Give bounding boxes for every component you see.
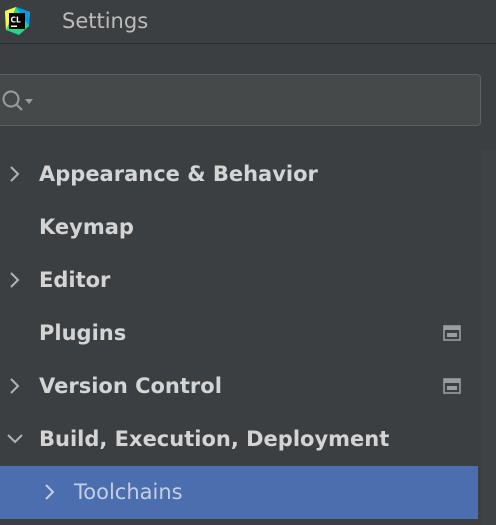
- tree-item-label: Version Control: [39, 374, 222, 398]
- chevron-right-icon[interactable]: [5, 270, 25, 290]
- tree-item-label: Toolchains: [74, 480, 183, 504]
- tree-item-version-control[interactable]: Version Control: [0, 360, 478, 413]
- tree-item-toolchains[interactable]: Toolchains: [0, 466, 478, 519]
- tree-item-editor[interactable]: Editor: [0, 254, 478, 307]
- chevron-right-icon[interactable]: [40, 482, 60, 502]
- tree-item-build-execution-deployment[interactable]: Build, Execution, Deployment: [0, 413, 478, 466]
- search-input[interactable]: [41, 83, 465, 119]
- tree-item-label: Keymap: [39, 215, 134, 239]
- search-field[interactable]: [0, 74, 481, 126]
- tree-item-label: Build, Execution, Deployment: [39, 427, 390, 451]
- tree-item-plugins[interactable]: Plugins: [0, 307, 478, 360]
- tree-item-label: Plugins: [39, 321, 127, 345]
- title-bar: CL Settings: [0, 0, 496, 44]
- chevron-down-icon[interactable]: [5, 429, 25, 449]
- tree-item-label: Editor: [39, 268, 111, 292]
- tree-scrollbar[interactable]: [481, 150, 496, 525]
- clion-app-icon: CL: [5, 7, 30, 35]
- tree-item-appearance-behavior[interactable]: Appearance & Behavior: [0, 148, 478, 201]
- project-settings-icon: [443, 325, 461, 341]
- window-title: Settings: [62, 9, 149, 33]
- chevron-right-icon[interactable]: [5, 376, 25, 396]
- chevron-right-icon[interactable]: [5, 164, 25, 184]
- tree-item-keymap[interactable]: Keymap: [0, 201, 478, 254]
- tree-item-label: Appearance & Behavior: [39, 162, 318, 186]
- app-icon-text: CL: [11, 16, 22, 25]
- project-settings-icon: [443, 378, 461, 394]
- search-icon[interactable]: [1, 89, 37, 113]
